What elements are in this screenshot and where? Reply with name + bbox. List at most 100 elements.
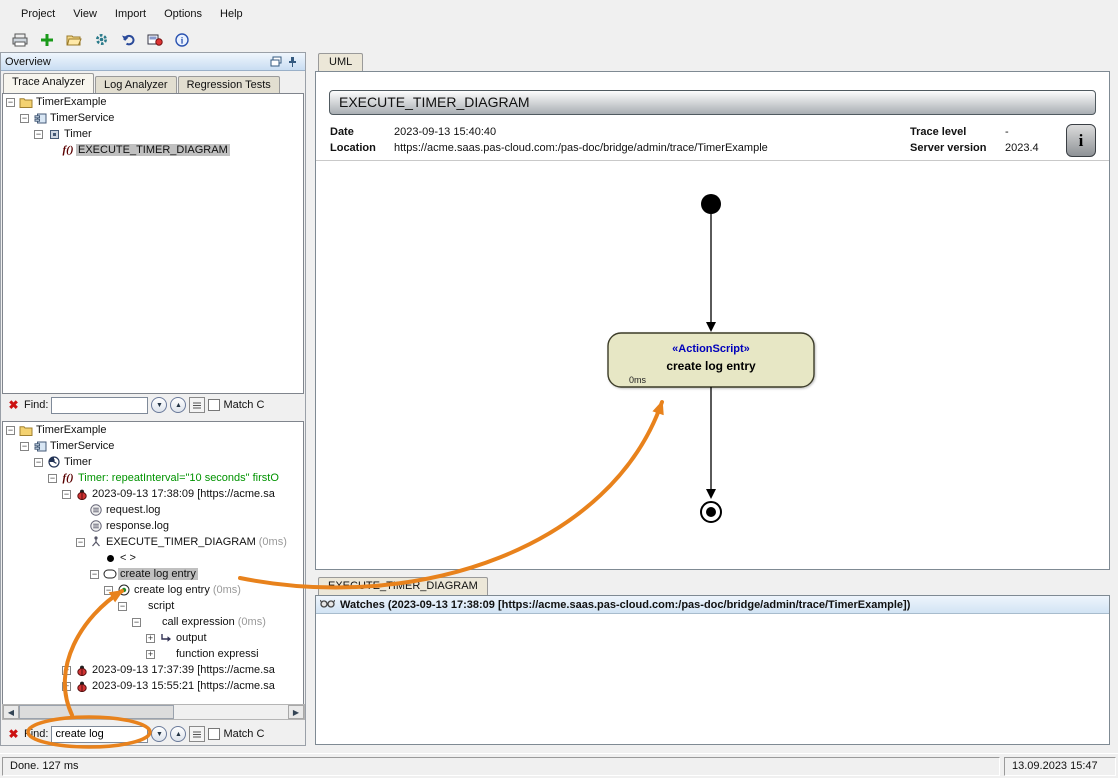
action-run-icon xyxy=(116,584,132,596)
scrollbar-thumb[interactable] xyxy=(19,705,174,719)
tree-expander-icon[interactable]: − xyxy=(20,114,29,123)
tree-expander-icon[interactable]: − xyxy=(104,586,113,595)
tab-execute-timer-diagram[interactable]: EXECUTE_TIMER_DIAGRAM xyxy=(318,577,488,595)
tree-item-label: Timer xyxy=(62,456,94,468)
tree-item-execute-timer-diagram[interactable]: −EXECUTE_TIMER_DIAGRAM (0ms) xyxy=(3,534,303,550)
tab-log-analyzer[interactable]: Log Analyzer xyxy=(95,76,177,93)
tree-item-create-log-entry[interactable]: −create log entry (0ms) xyxy=(3,582,303,598)
undo-icon[interactable] xyxy=(116,29,140,51)
trace-level-label: Trace level xyxy=(910,126,1005,138)
tree-expander-icon[interactable]: − xyxy=(62,490,71,499)
tree-item-create-log-entry[interactable]: −create log entry xyxy=(3,566,303,582)
menu-item-project[interactable]: Project xyxy=(12,3,64,25)
tree-item-timerexample[interactable]: −TimerExample xyxy=(3,94,303,110)
tree-item-2023-09-13-15-55-21-https-acme-sa[interactable]: +2023-09-13 15:55:21 [https://acme.sa xyxy=(3,678,303,694)
snapshot-icon[interactable] xyxy=(143,29,167,51)
tree-item-label: EXECUTE_TIMER_DIAGRAM xyxy=(104,536,258,548)
tree-item-execute-timer-diagram[interactable]: f()EXECUTE_TIMER_DIAGRAM xyxy=(3,142,303,158)
output-icon xyxy=(158,633,174,643)
open-icon[interactable] xyxy=(62,29,86,51)
model-tree: −TimerExample−TimerService−Timerf()EXECU… xyxy=(2,93,304,394)
tree-item-script[interactable]: −script xyxy=(3,598,303,614)
menu-item-import[interactable]: Import xyxy=(106,3,155,25)
tree-item-label: Timer xyxy=(62,128,94,140)
duration-suffix: (0ms) xyxy=(212,584,241,596)
tree-item-label: 2023-09-13 17:38:09 [https://acme.sa xyxy=(90,488,277,500)
find-close-icon[interactable]: ✖ xyxy=(6,727,21,741)
find-options-button[interactable] xyxy=(189,397,205,413)
tree-expander-icon[interactable]: + xyxy=(62,682,71,691)
horizontal-scrollbar[interactable]: ◀ ▶ xyxy=(2,704,305,720)
tree-item-response-log[interactable]: response.log xyxy=(3,518,303,534)
folder-icon xyxy=(18,425,34,436)
tree-expander-icon[interactable]: − xyxy=(132,618,141,627)
trace-info-bar: Date 2023-09-13 15:40:40 Trace level - L… xyxy=(316,121,1109,161)
find-next-button[interactable]: ▼ xyxy=(151,397,167,413)
menu-item-help[interactable]: Help xyxy=(211,3,252,25)
tree-expander-icon[interactable]: − xyxy=(118,602,127,611)
tree-item-function-expressi[interactable]: +function expressi xyxy=(3,646,303,662)
float-window-icon[interactable] xyxy=(267,54,284,69)
scroll-right-button[interactable]: ▶ xyxy=(288,705,304,719)
watches-header: Watches (2023-09-13 17:38:09 [https://ac… xyxy=(316,596,1109,614)
action-icon xyxy=(102,569,118,579)
tree-item-timer[interactable]: − Timer xyxy=(3,454,303,470)
find-input-top[interactable] xyxy=(51,397,148,414)
tree-item-timerservice[interactable]: −TimerService xyxy=(3,110,303,126)
tab-trace-analyzer[interactable]: Trace Analyzer xyxy=(3,73,94,93)
date-value: 2023-09-13 15:40:40 xyxy=(394,126,834,138)
tree-item-2023-09-13-17-38-09-https-acme-sa[interactable]: − 2023-09-13 17:38:09 [https://acme.sa xyxy=(3,486,303,502)
location-label: Location xyxy=(330,142,394,154)
find-prev-button[interactable]: ▲ xyxy=(170,397,186,413)
tree-expander-icon[interactable]: − xyxy=(48,474,57,483)
tree-item-output[interactable]: +output xyxy=(3,630,303,646)
tree-expander-icon[interactable]: − xyxy=(76,538,85,547)
tree-item-call-expression[interactable]: −call expression (0ms) xyxy=(3,614,303,630)
tree-item-timer-repeatinterval-10-seconds-firsto[interactable]: −f()Timer: repeatInterval="10 seconds" f… xyxy=(3,470,303,486)
print-icon[interactable] xyxy=(8,29,32,51)
tree-expander-icon[interactable]: − xyxy=(20,442,29,451)
tree-item-2023-09-13-17-37-39-https-acme-sa[interactable]: +2023-09-13 17:37:39 [https://acme.sa xyxy=(3,662,303,678)
tree-item-timerexample[interactable]: −TimerExample xyxy=(3,422,303,438)
tree-item-timerservice[interactable]: −TimerService xyxy=(3,438,303,454)
action-name: create log entry xyxy=(666,359,756,373)
tree-expander-icon[interactable]: + xyxy=(62,666,71,675)
tree-item-timer[interactable]: − Timer xyxy=(3,126,303,142)
info-icon[interactable]: i xyxy=(170,29,194,51)
initial-node xyxy=(701,194,721,214)
component-icon xyxy=(32,441,48,452)
find-bar-bottom: ✖ Find: ▼ ▲ Match C xyxy=(2,723,305,745)
tree-expander-icon[interactable]: + xyxy=(146,634,155,643)
tree-expander-icon[interactable]: − xyxy=(6,426,15,435)
tree-expander-icon[interactable]: − xyxy=(34,130,43,139)
tree-expander-icon[interactable]: − xyxy=(34,458,43,467)
tree-item-label: Timer: repeatInterval="10 seconds" first… xyxy=(76,472,281,484)
match-case-label: Match C xyxy=(223,399,264,411)
info-button[interactable]: i xyxy=(1066,124,1096,157)
find-label: Find: xyxy=(24,399,48,411)
menu-item-options[interactable]: Options xyxy=(155,3,211,25)
find-input-bottom[interactable] xyxy=(51,726,148,743)
settings-icon[interactable] xyxy=(89,29,113,51)
find-prev-button[interactable]: ▲ xyxy=(170,726,186,742)
match-case-checkbox[interactable] xyxy=(208,728,220,740)
tree-expander-icon[interactable]: − xyxy=(6,98,15,107)
tree-item-request-log[interactable]: request.log xyxy=(3,502,303,518)
tree-item-item[interactable]: < > xyxy=(3,550,303,566)
add-icon[interactable] xyxy=(35,29,59,51)
find-next-button[interactable]: ▼ xyxy=(151,726,167,742)
find-options-button[interactable] xyxy=(189,726,205,742)
tree-item-label: request.log xyxy=(104,504,162,516)
tree-item-label: EXECUTE_TIMER_DIAGRAM xyxy=(76,144,230,156)
tree-item-label: response.log xyxy=(104,520,171,532)
match-case-checkbox[interactable] xyxy=(208,399,220,411)
tab-uml[interactable]: UML xyxy=(318,53,363,71)
scroll-left-button[interactable]: ◀ xyxy=(3,705,19,719)
menu-item-view[interactable]: View xyxy=(64,3,106,25)
tab-regression-tests[interactable]: Regression Tests xyxy=(178,76,280,93)
pin-icon[interactable] xyxy=(284,54,301,69)
scrollbar-track[interactable] xyxy=(174,705,288,719)
tree-expander-icon[interactable]: − xyxy=(90,570,99,579)
tree-expander-icon[interactable]: + xyxy=(146,650,155,659)
find-close-icon[interactable]: ✖ xyxy=(6,398,21,412)
